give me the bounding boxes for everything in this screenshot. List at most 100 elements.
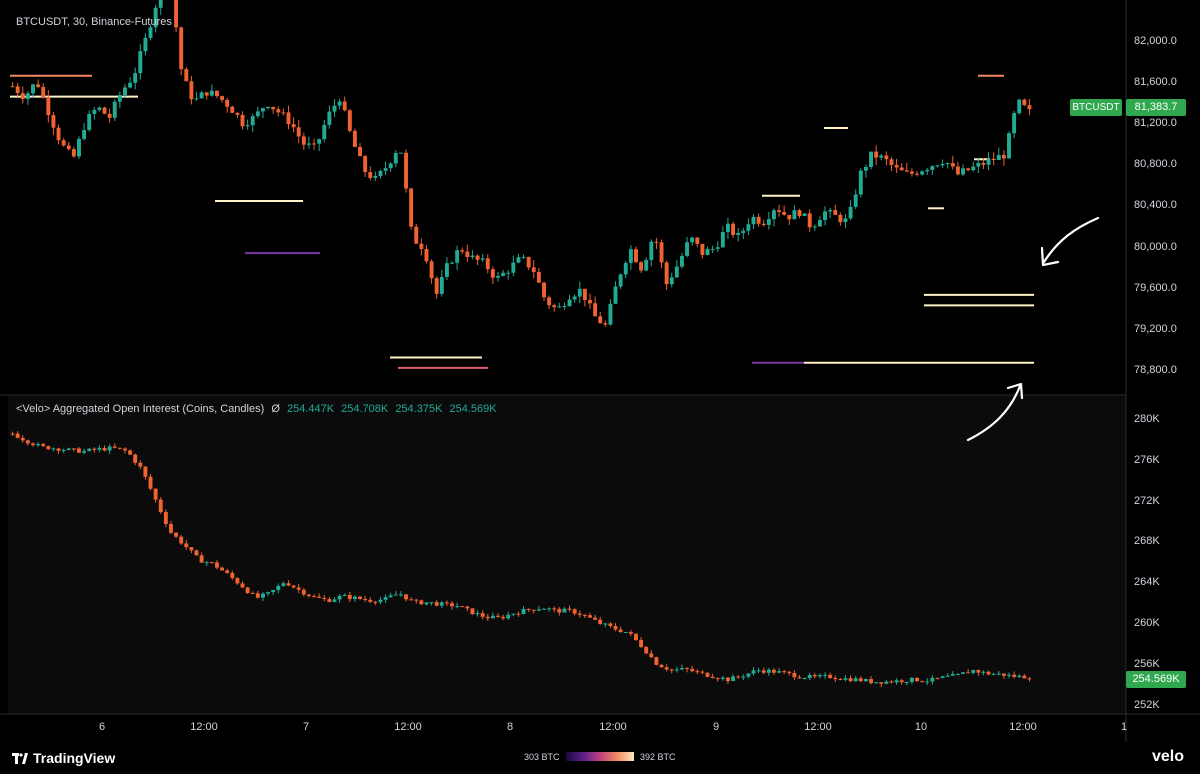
price-candle	[317, 139, 322, 144]
price-candle	[685, 242, 690, 256]
price-candle	[797, 210, 802, 217]
price-candle	[51, 115, 56, 128]
price-candle	[148, 27, 153, 38]
price-candle	[955, 166, 960, 175]
oi-candle	[848, 678, 853, 682]
price-candle	[439, 276, 444, 294]
oi-candle	[342, 594, 347, 596]
time-axis-label: 7	[302, 721, 310, 733]
oi-candle	[358, 596, 362, 599]
price-candle	[25, 93, 30, 100]
price-candle	[215, 90, 219, 97]
price-candle	[726, 223, 730, 233]
price-candle	[966, 168, 971, 171]
price-candle	[838, 214, 843, 223]
price-candle	[82, 130, 87, 139]
oi-candle	[526, 608, 531, 610]
oi-candle	[628, 631, 633, 634]
oi-candle	[853, 678, 858, 682]
oi-candle	[971, 670, 976, 673]
oi-candle	[726, 677, 730, 682]
oi-candle	[322, 597, 327, 600]
price-candle	[812, 226, 817, 228]
price-candle	[455, 250, 460, 263]
oi-candle	[179, 536, 184, 544]
oi-candle	[817, 675, 822, 677]
price-candle	[771, 210, 776, 220]
oi-candle	[255, 593, 260, 598]
price-candle	[736, 233, 741, 236]
oi-candle	[904, 682, 909, 684]
oi-candle	[250, 592, 255, 594]
tradingview-logo[interactable]: TradingView	[12, 750, 115, 766]
price-candle	[204, 92, 209, 96]
oi-candle	[240, 583, 245, 588]
time-axis-label: 1	[1120, 721, 1128, 733]
oi-candle	[383, 597, 388, 600]
time-axis-label: 12:00	[394, 721, 422, 733]
oi-candle	[577, 613, 582, 615]
price-candle	[746, 224, 751, 231]
price-axis-label: 81,600.0	[1134, 76, 1177, 88]
price-candle	[623, 262, 628, 275]
price-candle	[598, 316, 603, 324]
price-candle	[1007, 133, 1011, 159]
oi-candle	[10, 433, 15, 435]
oi-candle	[838, 679, 843, 681]
oi-candle	[1027, 678, 1032, 680]
price-candle	[465, 251, 470, 258]
oi-candle	[1001, 673, 1006, 676]
oi-candle	[123, 448, 127, 451]
oi-candle	[695, 671, 700, 673]
price-candle	[347, 110, 352, 131]
price-candle	[388, 163, 393, 169]
price-candle	[450, 262, 454, 264]
oi-candle	[935, 677, 940, 679]
oi-axis-label: 272K	[1134, 495, 1160, 507]
oi-candle	[133, 454, 138, 463]
price-candle	[255, 111, 260, 117]
oi-candle	[521, 608, 526, 614]
price-candle	[858, 170, 863, 195]
price-candle	[869, 151, 873, 167]
price-candle	[66, 145, 71, 150]
oi-candle	[603, 623, 608, 625]
oi-candle	[398, 594, 403, 596]
oi-legend: <Velo> Aggregated Open Interest (Coins, …	[16, 403, 497, 415]
price-candle	[557, 306, 562, 308]
oi-candle	[884, 681, 889, 684]
time-axis-label: 10	[914, 721, 928, 733]
price-candle	[312, 143, 316, 145]
oi-axis-label: 276K	[1134, 454, 1160, 466]
oi-candle	[102, 447, 107, 451]
price-candle	[296, 127, 301, 137]
oi-candle	[41, 443, 46, 447]
price-candle	[358, 146, 362, 157]
oi-candle	[731, 676, 736, 682]
price-candle	[782, 211, 787, 215]
oi-candle	[36, 443, 41, 446]
oi-candle	[986, 671, 991, 675]
oi-candle	[97, 447, 102, 450]
price-candle	[138, 51, 143, 74]
oi-candle	[782, 671, 787, 673]
oi-candle	[623, 631, 628, 633]
oi-candle	[669, 669, 674, 671]
oi-candle	[996, 673, 1001, 675]
price-candle	[46, 97, 51, 116]
oi-candle	[260, 593, 265, 598]
price-candle	[373, 175, 378, 178]
price-candle	[720, 232, 725, 248]
oi-axis-label: 268K	[1134, 535, 1160, 547]
price-candle	[291, 124, 296, 128]
chart-canvas[interactable]	[0, 0, 1200, 742]
price-candle	[669, 277, 674, 285]
price-candle	[741, 230, 746, 234]
price-candle	[230, 106, 235, 113]
price-candle	[398, 152, 403, 154]
oi-candle	[276, 585, 281, 591]
price-candle	[817, 220, 822, 227]
oi-candle	[204, 562, 209, 564]
oi-candle	[291, 585, 296, 588]
oi-candle	[874, 682, 879, 684]
